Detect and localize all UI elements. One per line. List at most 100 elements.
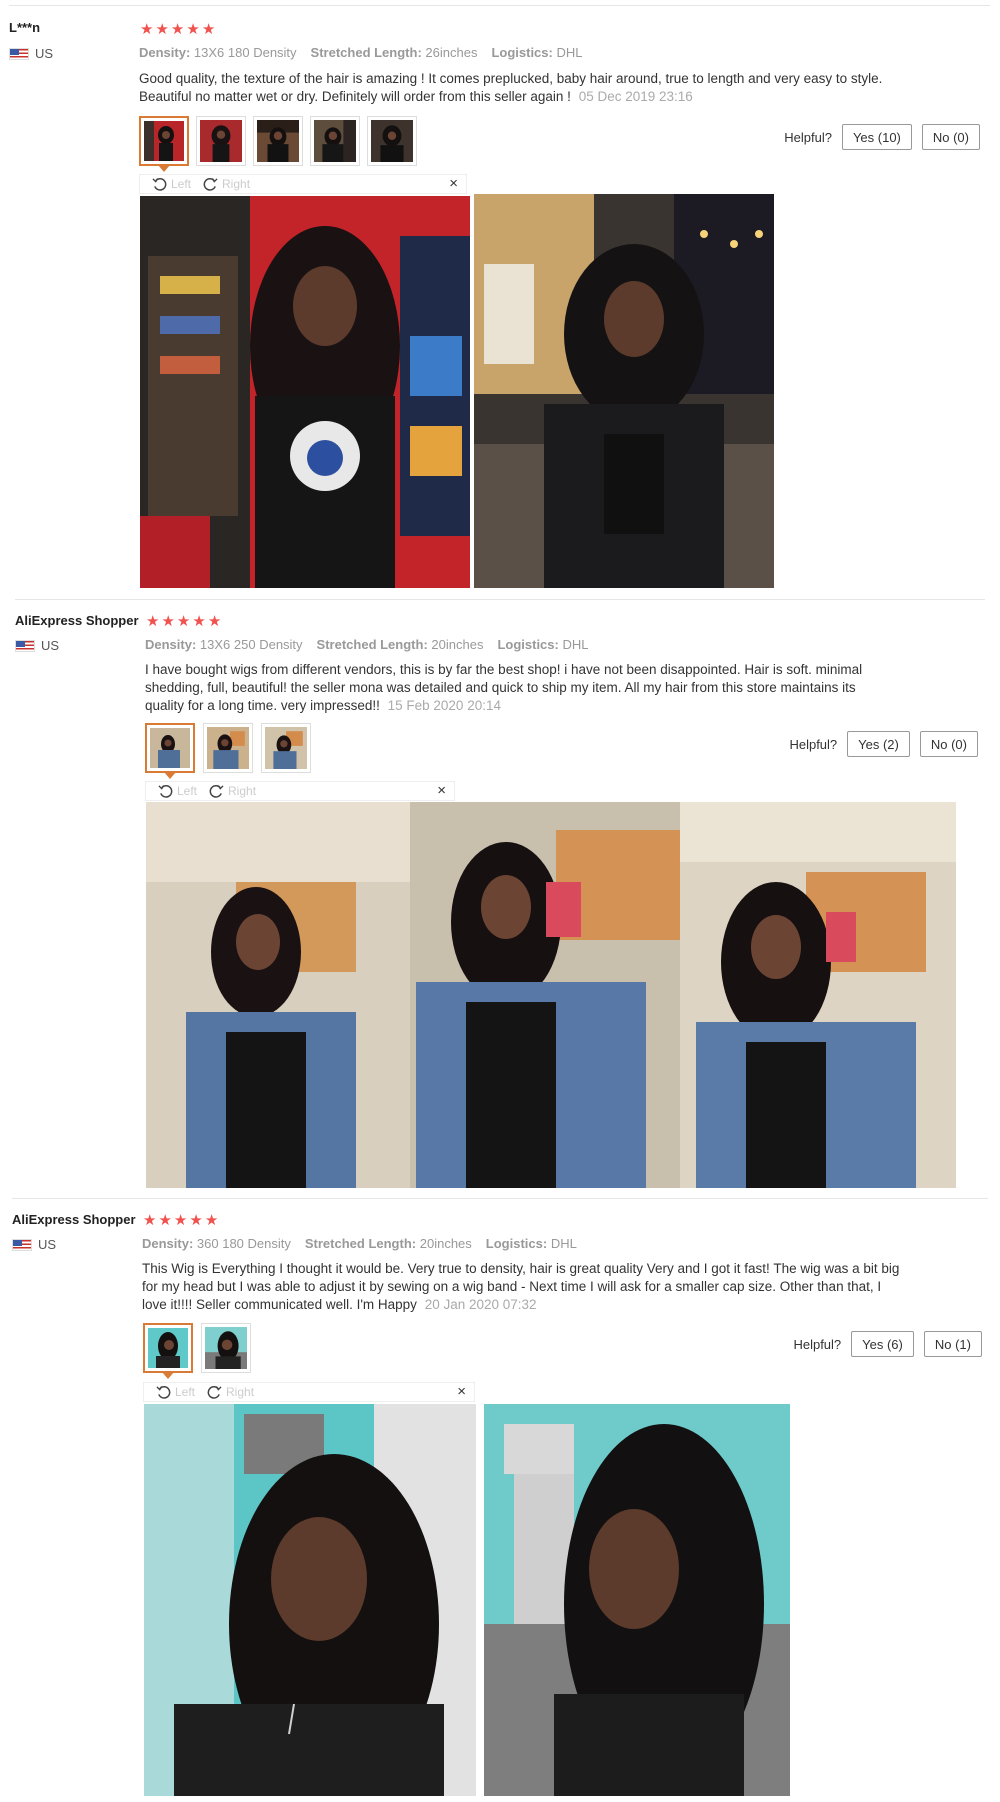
rotate-right-button[interactable]: Right [203, 177, 250, 192]
rotate-left-icon [156, 1385, 171, 1399]
rotate-left-button[interactable]: Left [156, 1385, 195, 1400]
photo-thumbnail[interactable] [261, 723, 311, 773]
star-icon: ★ [189, 1212, 203, 1229]
attr-value: DHL [562, 637, 589, 652]
star-icon: ★ [207, 613, 222, 630]
review-photo [144, 1404, 476, 1796]
star-icon: ★ [161, 613, 175, 630]
attr-value: 20inches [419, 1236, 472, 1251]
star-icon: ★ [173, 1212, 188, 1229]
reviewer-country: US [12, 1237, 56, 1252]
helpful-votes: Helpful? Yes (6) No (1) [793, 1331, 982, 1357]
star-icon: ★ [176, 613, 191, 630]
reviewer-country: US [9, 46, 53, 61]
attr-value: DHL [556, 45, 583, 60]
country-code: US [38, 1237, 57, 1252]
rotate-right-icon [203, 177, 218, 191]
rotate-right-icon [209, 784, 224, 798]
us-flag-icon [15, 639, 35, 652]
photo-thumbnail[interactable] [203, 723, 253, 773]
photo-thumbnail[interactable] [310, 116, 360, 166]
review-photo [140, 196, 470, 588]
review-photo [474, 194, 774, 588]
photo-thumbnail[interactable] [196, 116, 246, 166]
divider [12, 1198, 988, 1199]
rotate-right-icon [207, 1385, 222, 1399]
photo-thumbnail[interactable] [143, 1323, 193, 1373]
photo-thumbnail[interactable] [253, 116, 303, 166]
star-icon: ★ [155, 21, 169, 38]
attr-label: Logistics: [485, 1236, 548, 1251]
review-date: 15 Feb 2020 20:14 [387, 698, 501, 713]
photo-thumbnail[interactable] [201, 1323, 251, 1373]
review-date: 05 Dec 2019 23:16 [578, 89, 693, 104]
comment-text: Good quality, the texture of the hair is… [139, 71, 883, 104]
review-comment: I have bought wigs from different vendor… [145, 661, 875, 715]
image-viewer-toolbar: Left Right × [145, 781, 455, 801]
helpful-no-button[interactable]: No (1) [923, 1331, 982, 1357]
helpful-yes-button[interactable]: Yes (10) [841, 124, 912, 150]
image-viewer-toolbar: Left Right × [139, 174, 467, 194]
reviewer-name: AliExpress Shopper [12, 1212, 136, 1227]
close-icon[interactable]: × [457, 1383, 466, 1400]
attr-label: Logistics: [491, 45, 553, 60]
photo-thumbnails [139, 116, 417, 166]
attr-label: Logistics: [497, 637, 559, 652]
review-attributes: Density: 360 180 Density Stretched Lengt… [142, 1236, 577, 1251]
attr-value: 360 180 Density [196, 1236, 291, 1251]
close-icon[interactable]: × [449, 175, 458, 192]
photo-thumbnail[interactable] [139, 116, 189, 166]
attr-value: 13X6 180 Density [193, 45, 297, 60]
helpful-yes-button[interactable]: Yes (2) [847, 731, 910, 757]
review-attributes: Density: 13X6 250 Density Stretched Leng… [145, 637, 589, 652]
attr-label: Stretched Length: [304, 1236, 417, 1251]
comment-text: I have bought wigs from different vendor… [145, 662, 863, 713]
rotate-left-icon [152, 177, 167, 191]
photo-thumbnail[interactable] [367, 116, 417, 166]
attr-value: 13X6 250 Density [199, 637, 303, 652]
review-attributes: Density: 13X6 180 Density Stretched Leng… [139, 45, 583, 60]
star-icon: ★ [158, 1212, 172, 1229]
close-icon[interactable]: × [437, 782, 446, 799]
attr-label: Density: [142, 1236, 194, 1251]
helpful-label: Helpful? [793, 1336, 842, 1352]
helpful-votes: Helpful? Yes (2) No (0) [789, 731, 978, 757]
country-code: US [35, 46, 54, 61]
review-comment: This Wig is Everything I thought it woul… [142, 1260, 902, 1314]
rating-stars: ★ ★ ★ ★ ★ [143, 1213, 218, 1228]
helpful-no-button[interactable]: No (0) [921, 124, 980, 150]
rotate-left-button[interactable]: Left [158, 784, 197, 799]
attr-label: Density: [145, 637, 197, 652]
helpful-yes-button[interactable]: Yes (6) [851, 1331, 914, 1357]
rotate-left-button[interactable]: Left [152, 177, 191, 192]
rating-stars: ★ ★ ★ ★ ★ [140, 22, 215, 37]
attr-label: Stretched Length: [310, 45, 422, 60]
photo-thumbnails [145, 723, 311, 773]
reviewer-country: US [15, 638, 59, 653]
attr-label: Stretched Length: [316, 637, 428, 652]
review-date: 20 Jan 2020 07:32 [424, 1297, 537, 1312]
image-viewer-toolbar: Left Right × [143, 1382, 475, 1402]
helpful-votes: Helpful? Yes (10) No (0) [784, 124, 980, 150]
star-icon: ★ [186, 21, 200, 38]
star-icon: ★ [192, 613, 206, 630]
star-icon: ★ [204, 1212, 219, 1229]
reviewer-name: L***n [9, 20, 41, 35]
attr-value: 20inches [431, 637, 484, 652]
review-comment: Good quality, the texture of the hair is… [139, 70, 899, 106]
star-icon: ★ [170, 21, 185, 38]
us-flag-icon [12, 1238, 32, 1251]
photo-thumbnail[interactable] [145, 723, 195, 773]
helpful-label: Helpful? [784, 129, 832, 145]
star-icon: ★ [143, 1212, 157, 1229]
divider [9, 5, 990, 6]
rotate-right-button[interactable]: Right [207, 1385, 254, 1400]
star-icon: ★ [140, 21, 154, 38]
star-icon: ★ [201, 21, 216, 38]
rating-stars: ★ ★ ★ ★ ★ [146, 614, 221, 629]
photo-thumbnails [143, 1323, 251, 1373]
attr-value: DHL [550, 1236, 577, 1251]
helpful-no-button[interactable]: No (0) [919, 731, 978, 757]
star-icon: ★ [146, 613, 160, 630]
rotate-right-button[interactable]: Right [209, 784, 256, 799]
